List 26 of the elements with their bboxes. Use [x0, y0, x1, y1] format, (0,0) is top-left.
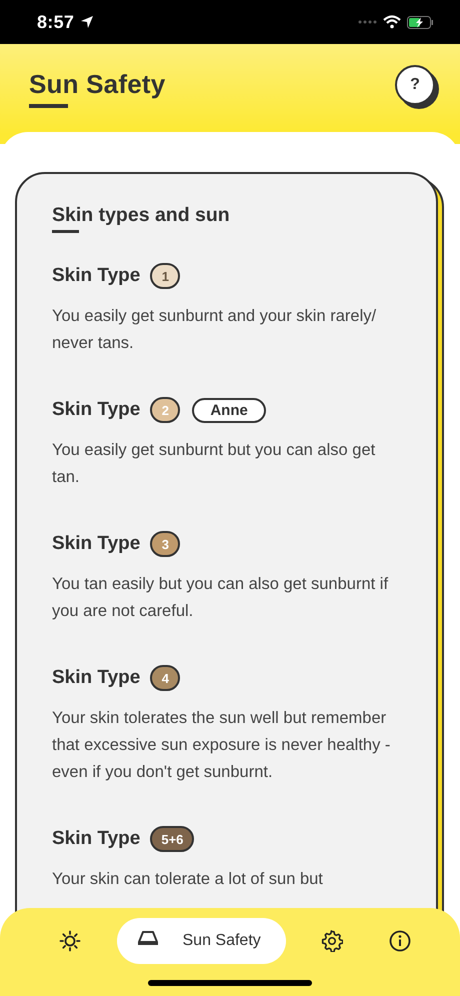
sun-icon [58, 930, 81, 952]
skin-type-badge: 4 [150, 665, 180, 691]
skin-type-badge: 3 [150, 531, 180, 557]
skin-type-description: Your skin tolerates the sun well but remember that excessive sun exposure is never healthy - even if you don't get sunburnt. [52, 708, 392, 783]
skin-type-label: Skin Type [52, 399, 140, 421]
skin-type-description: Your skin can tolerate a lot of sun but [52, 869, 324, 890]
skin-type-badge: 2 [150, 397, 180, 423]
skin-type-badge: 5+6 [150, 826, 194, 852]
skin-type-description: You easily get sunburnt and your skin rarely/ never tans. [52, 306, 378, 354]
profile-tag: Anne [192, 398, 266, 422]
skin-type-description: You easily get sunburnt but you can also get tan. [52, 440, 376, 488]
info-icon [389, 930, 412, 952]
wifi-icon [383, 15, 401, 29]
tab-button[interactable]: Sun Safety [116, 918, 286, 964]
battery-icon [407, 16, 434, 28]
skin-type-label: Skin Type [52, 828, 140, 850]
settings-icon [321, 930, 344, 952]
skin-type-badge: 1 [150, 263, 180, 289]
skin-type-description: You tan easily but you can also get sunburnt if you are not careful. [52, 574, 390, 622]
status-time: 8:57 [37, 12, 74, 32]
location-icon [80, 15, 94, 29]
skin-type-label: Skin Type [52, 667, 140, 689]
signal-icon [358, 19, 377, 25]
card-title: Skin types and sun [52, 204, 230, 233]
skin-type-label: Skin Type [52, 533, 140, 555]
skin-type-label: Skin Type [52, 265, 140, 287]
